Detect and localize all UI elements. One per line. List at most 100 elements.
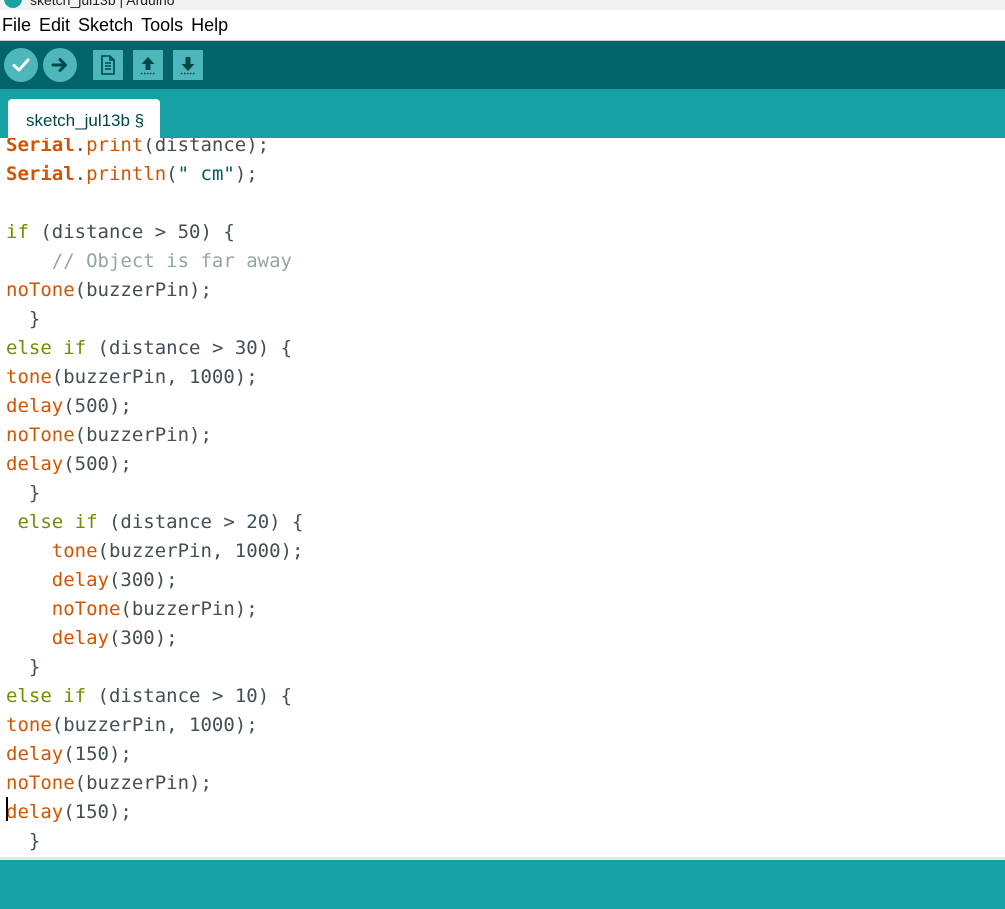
code-token: noTone [6, 279, 75, 301]
arrow-right-icon [51, 58, 67, 72]
code-token: ( [166, 163, 178, 185]
open-button[interactable] [133, 50, 163, 80]
new-sketch-button[interactable] [93, 50, 123, 80]
menu-tools[interactable]: Tools [137, 10, 187, 40]
code-line[interactable]: if (distance > 50) { [6, 218, 303, 247]
code-token: (distance > 50) { [28, 221, 235, 243]
code-token: . [74, 138, 87, 156]
code-token: (buzzerPin, 1000); [51, 366, 258, 388]
code-token: tone [6, 366, 52, 388]
status-bar [0, 860, 1005, 909]
code-token: (500); [63, 453, 132, 475]
code-token: tone [6, 714, 52, 736]
arduino-app-icon [4, 0, 22, 8]
verify-button[interactable] [4, 48, 38, 82]
code-line[interactable]: } [6, 305, 303, 334]
arrow-down-icon [181, 57, 195, 75]
code-token: tone [51, 540, 98, 562]
code-token: (buzzerPin); [120, 598, 258, 620]
code-token: delay [6, 395, 64, 417]
code-token: delay [6, 743, 64, 765]
upload-button[interactable] [43, 48, 77, 82]
code-token: Serial [6, 138, 75, 156]
text-cursor [6, 797, 8, 821]
window-title: sketch_jul13b | Arduino [30, 0, 175, 8]
code-line[interactable]: } [6, 653, 303, 682]
code-line[interactable]: else if (distance > 20) { [6, 508, 303, 537]
code-line[interactable]: noTone(buzzerPin); [6, 421, 303, 450]
code-editor[interactable]: Serial.print(distance); Serial.println(" … [0, 138, 1005, 857]
code-line[interactable]: noTone(buzzerPin); [6, 769, 303, 798]
code-token: } [6, 308, 41, 330]
code-token: (500); [63, 395, 132, 417]
code-line[interactable]: delay(150); [6, 798, 303, 827]
code-line[interactable]: Serial.println(" cm"); [6, 160, 303, 189]
save-button[interactable] [173, 50, 203, 80]
code-token: if [63, 337, 87, 359]
code-line[interactable]: delay(500); [6, 450, 303, 479]
code-token: (distance > 20) { [97, 511, 304, 533]
code-token: (distance > 30) { [86, 337, 293, 359]
tab-sketch[interactable]: sketch_jul13b § [8, 99, 160, 138]
menu-help[interactable]: Help [187, 10, 232, 40]
code-token: (buzzerPin, 1000); [97, 540, 304, 562]
tab-bar: sketch_jul13b § [0, 89, 1005, 138]
code-line[interactable]: } [6, 827, 303, 856]
menu-sketch[interactable]: Sketch [74, 10, 137, 40]
code-line[interactable]: tone(buzzerPin, 1000); [6, 363, 303, 392]
code-token: (distance); [143, 138, 270, 156]
code-token: (buzzerPin); [74, 279, 212, 301]
document-icon [101, 55, 115, 75]
code-token: Serial [6, 163, 75, 185]
code-line[interactable]: else if (distance > 30) { [6, 334, 303, 363]
code-token: } [6, 830, 41, 852]
code-token: ); [234, 163, 258, 185]
code-token: } [6, 656, 41, 678]
code-token: (buzzerPin); [74, 424, 212, 446]
code-token: if [6, 221, 29, 243]
title-bar: sketch_jul13b | Arduino [0, 0, 1005, 10]
code-line[interactable]: delay(150); [6, 740, 303, 769]
code-text[interactable]: Serial.print(distance); Serial.println(" … [6, 138, 303, 856]
code-token: if [74, 511, 98, 533]
menu-file[interactable]: File [0, 10, 35, 40]
code-token: noTone [51, 598, 121, 620]
code-line[interactable]: tone(buzzerPin, 1000); [6, 711, 303, 740]
code-token: // Object is far away [6, 250, 292, 272]
code-line[interactable]: // Object is far away [6, 247, 303, 276]
code-line[interactable]: tone(buzzerPin, 1000); [6, 537, 304, 566]
code-token: (300); [108, 569, 178, 591]
code-token: noTone [6, 772, 75, 794]
arrow-up-icon [141, 57, 155, 75]
code-token: delay [6, 801, 64, 823]
code-token: (buzzerPin); [74, 772, 212, 794]
toolbar [0, 41, 1005, 89]
code-token: " cm" [177, 163, 235, 185]
code-line[interactable]: delay(500); [6, 392, 303, 421]
code-token: (buzzerPin, 1000); [51, 714, 258, 736]
code-line[interactable]: delay(300); [6, 624, 303, 653]
code-token: if [63, 685, 87, 707]
code-token: noTone [6, 424, 75, 446]
menu-edit[interactable]: Edit [35, 10, 74, 40]
code-line[interactable] [6, 189, 303, 218]
code-line[interactable]: Serial.print(distance); [6, 138, 303, 160]
code-token: print [86, 138, 144, 156]
code-line[interactable]: noTone(buzzerPin); [6, 276, 303, 305]
code-token: println [86, 163, 167, 185]
code-token: (150); [63, 743, 132, 765]
code-line[interactable]: noTone(buzzerPin); [6, 595, 303, 624]
code-token: (distance > 10) { [86, 685, 293, 707]
code-token: else [6, 337, 52, 359]
code-token: (300); [108, 627, 178, 649]
code-line[interactable]: else if (distance > 10) { [6, 682, 303, 711]
code-line[interactable]: delay(300); [6, 566, 303, 595]
code-token: else [6, 511, 64, 533]
code-line[interactable]: } [6, 479, 303, 508]
